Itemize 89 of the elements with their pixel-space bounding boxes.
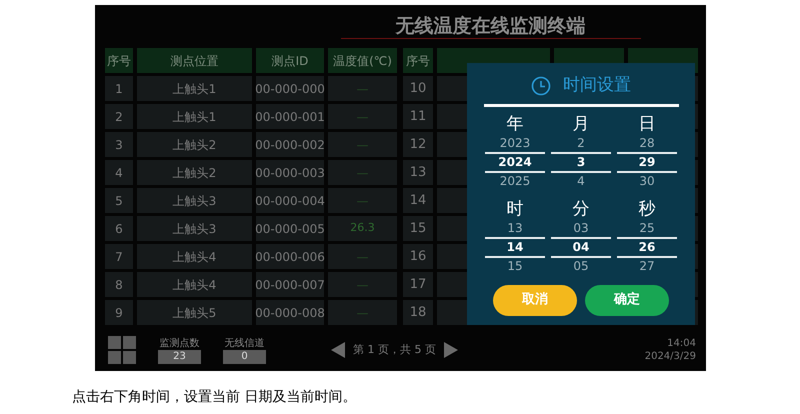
picker-selected-value[interactable]: 2024	[485, 152, 545, 172]
picker-option[interactable]: 05	[573, 258, 589, 274]
clock-icon	[531, 76, 551, 96]
table-cell: 上触头3	[137, 216, 252, 241]
confirm-button[interactable]: 确定	[585, 284, 669, 316]
picker-option[interactable]: 27	[639, 258, 655, 274]
table-cell: 11	[403, 104, 433, 129]
table-cell: 上触头1	[137, 104, 252, 129]
table-cell: 13	[403, 160, 433, 185]
picker-label: 分	[572, 198, 590, 220]
table-cell: 4	[105, 160, 133, 185]
screen-title: 无线温度在线监测终端	[396, 14, 586, 38]
caption-text: 点击右下角时间，设置当前 日期及当前时间。	[72, 388, 358, 407]
table-cell: 00-000-002	[256, 132, 324, 157]
picker-option[interactable]: 13	[507, 220, 523, 236]
picker-option[interactable]: 2023	[500, 134, 530, 152]
picker-label: 年	[506, 112, 524, 134]
picker-selected-value[interactable]: 26	[617, 236, 677, 258]
table-cell: —	[328, 76, 397, 101]
table-cell: 7	[105, 244, 133, 269]
picker-option[interactable]: 25	[639, 220, 655, 236]
table-cell: 10	[403, 76, 433, 101]
table-cell: 上触头4	[137, 272, 252, 297]
table-cell: 00-000-001	[256, 104, 324, 129]
table-cell: 6	[105, 216, 133, 241]
table-cell: 上触头2	[137, 160, 252, 185]
clock-date[interactable]: 2024/3/29	[644, 350, 696, 363]
table-cell: 上触头4	[137, 244, 252, 269]
table-cell: 00-000-000	[256, 76, 324, 101]
picker-option[interactable]: 4	[577, 172, 585, 190]
table-cell: —	[328, 188, 397, 213]
table-cell: 00-000-008	[256, 300, 324, 325]
table-cell: 00-000-004	[256, 188, 324, 213]
picker-label: 日	[638, 112, 656, 134]
table-cell: —	[328, 244, 397, 269]
picker-option[interactable]: 2025	[500, 172, 530, 190]
page-indicator: 第 1 页，共 5 页	[353, 342, 436, 358]
picker-option[interactable]: 28	[639, 134, 655, 152]
table-cell: 1	[105, 76, 133, 101]
clock-time[interactable]: 14:04	[667, 337, 696, 350]
dialog-title: 时间设置	[563, 74, 631, 97]
table-cell: 26.3	[328, 216, 397, 241]
table-cell: 12	[403, 132, 433, 157]
table-cell: —	[328, 132, 397, 157]
table-cell: 上触头1	[137, 76, 252, 101]
picker-label: 月	[572, 112, 590, 134]
stat-label: 无线信道	[224, 336, 264, 350]
table-cell: 16	[403, 244, 433, 269]
picker-option[interactable]: 15	[507, 258, 523, 274]
column-header: 序号	[403, 48, 433, 73]
picker-selected-value[interactable]: 04	[551, 236, 611, 258]
table-cell: 3	[105, 132, 133, 157]
stat-label: 监测点数	[160, 336, 200, 350]
previous-page-icon[interactable]	[331, 342, 345, 358]
table-cell: —	[328, 300, 397, 325]
picker-option[interactable]: 03	[573, 220, 589, 236]
table-cell: 上触头5	[137, 300, 252, 325]
table-cell: 14	[403, 188, 433, 213]
picker-selected-value[interactable]: 29	[617, 152, 677, 172]
stat-value: 23	[158, 350, 201, 364]
table-cell: —	[328, 104, 397, 129]
table-cell: 00-000-003	[256, 160, 324, 185]
column-header: 温度值(℃)	[328, 48, 397, 73]
table-cell: 上触头3	[137, 188, 252, 213]
column-header: 测点ID	[256, 48, 324, 73]
table-cell: 9	[105, 300, 133, 325]
picker-label: 时	[506, 198, 524, 220]
picker-option[interactable]: 2	[577, 134, 585, 152]
next-page-icon[interactable]	[444, 342, 458, 358]
table-cell: —	[328, 160, 397, 185]
table-cell: 5	[105, 188, 133, 213]
picker-selected-value[interactable]: 14	[485, 236, 545, 258]
table-cell: 00-000-005	[256, 216, 324, 241]
table-cell: 00-000-007	[256, 272, 324, 297]
grid-menu-icon[interactable]	[108, 336, 136, 364]
column-header: 测点位置	[137, 48, 252, 73]
picker-option[interactable]: 30	[639, 172, 655, 190]
table-cell: 8	[105, 272, 133, 297]
table-cell: 00-000-006	[256, 244, 324, 269]
column-header: 序号	[105, 48, 133, 73]
table-cell: —	[328, 272, 397, 297]
table-cell: 上触头2	[137, 132, 252, 157]
stat-value: 0	[223, 350, 266, 364]
picker-label: 秒	[638, 198, 656, 220]
table-cell: 15	[403, 216, 433, 241]
picker-selected-value[interactable]: 3	[551, 152, 611, 172]
table-cell: 2	[105, 104, 133, 129]
table-cell: 17	[403, 272, 433, 297]
table-cell: 18	[403, 300, 433, 325]
